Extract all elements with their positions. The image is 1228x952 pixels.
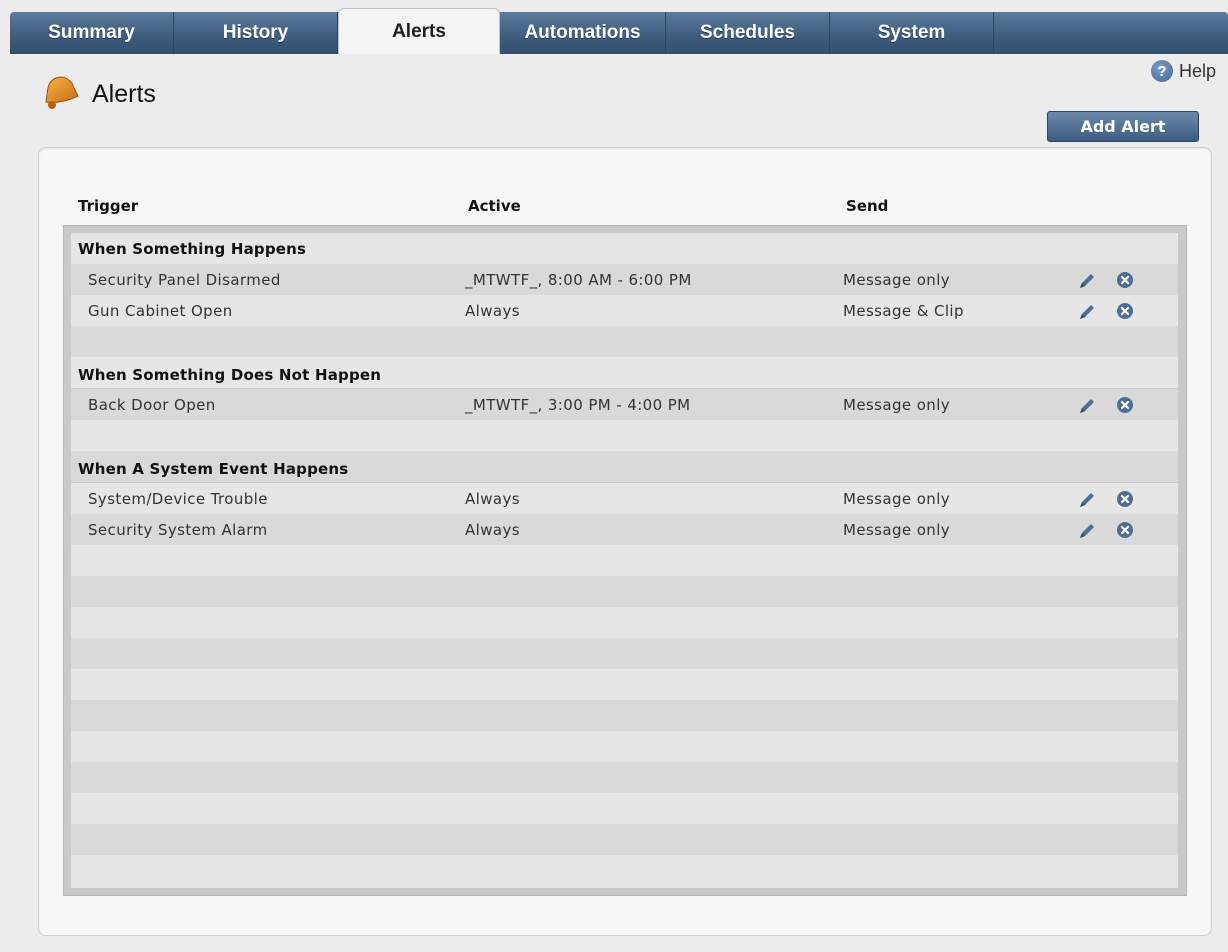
empty-row: [71, 824, 1178, 855]
page-title: Alerts: [92, 80, 156, 108]
table-row[interactable]: Gun Cabinet Open Always Message & Clip: [71, 295, 1178, 326]
group-header-row: When Something Happens: [71, 233, 1178, 264]
group-header-row: When A System Event Happens: [71, 451, 1178, 482]
group-header-row: When Something Does Not Happen: [71, 357, 1178, 388]
table-row[interactable]: Security Panel Disarmed _MTWTF_, 8:00 AM…: [71, 264, 1178, 295]
pencil-icon[interactable]: [1076, 489, 1098, 511]
tab-schedules[interactable]: Schedules: [666, 12, 830, 54]
tab-history[interactable]: History: [174, 12, 338, 54]
trigger-cell: Security Panel Disarmed: [88, 271, 281, 289]
active-cell: _MTWTF_, 8:00 AM - 6:00 PM: [465, 271, 692, 289]
add-alert-button[interactable]: Add Alert: [1047, 111, 1199, 142]
tab-automations[interactable]: Automations: [500, 12, 666, 54]
tab-summary[interactable]: Summary: [10, 12, 174, 54]
bell-icon: [45, 76, 79, 109]
empty-row: [71, 638, 1178, 669]
column-header-active: Active: [468, 197, 521, 215]
group-label: When A System Event Happens: [78, 460, 349, 478]
trigger-cell: System/Device Trouble: [88, 490, 268, 508]
trigger-cell: Security System Alarm: [88, 521, 268, 539]
send-cell: Message only: [843, 271, 951, 289]
trigger-cell: Gun Cabinet Open: [88, 302, 233, 320]
delete-circle-icon[interactable]: [1116, 271, 1134, 289]
empty-row: [71, 669, 1178, 700]
trigger-cell: Back Door Open: [88, 396, 216, 414]
send-cell: Message & Clip: [843, 302, 964, 320]
pencil-icon[interactable]: [1076, 520, 1098, 542]
help-icon: ?: [1150, 60, 1173, 82]
help-link[interactable]: ? Help: [1150, 60, 1216, 82]
send-cell: Message only: [843, 490, 951, 508]
send-cell: Message only: [843, 396, 951, 414]
table-row[interactable]: Back Door Open _MTWTF_, 3:00 PM - 4:00 P…: [71, 389, 1178, 420]
group-label: When Something Does Not Happen: [78, 366, 382, 384]
pencil-icon[interactable]: [1076, 395, 1098, 417]
table-row[interactable]: Security System Alarm Always Message onl…: [71, 514, 1178, 545]
delete-circle-icon[interactable]: [1116, 521, 1134, 539]
table-row[interactable]: System/Device Trouble Always Message onl…: [71, 483, 1178, 514]
delete-circle-icon[interactable]: [1116, 302, 1134, 320]
empty-row: [71, 731, 1178, 762]
empty-row: [71, 855, 1178, 888]
tab-alerts[interactable]: Alerts: [338, 8, 500, 54]
active-cell: _MTWTF_, 3:00 PM - 4:00 PM: [465, 396, 691, 414]
delete-circle-icon[interactable]: [1116, 490, 1134, 508]
pencil-icon[interactable]: [1076, 270, 1098, 292]
send-cell: Message only: [843, 521, 951, 539]
empty-row: [71, 545, 1178, 576]
pencil-icon[interactable]: [1076, 301, 1098, 323]
active-cell: Always: [465, 490, 520, 508]
column-header-send: Send: [846, 197, 889, 215]
empty-row: [71, 326, 1178, 357]
delete-circle-icon[interactable]: [1116, 396, 1134, 414]
empty-row: [71, 420, 1178, 451]
active-cell: Always: [465, 521, 520, 539]
group-label: When Something Happens: [78, 240, 307, 258]
empty-row: [71, 700, 1178, 731]
empty-row: [71, 607, 1178, 638]
empty-row: [71, 576, 1178, 607]
active-cell: Always: [465, 302, 520, 320]
tab-system[interactable]: System: [830, 12, 994, 54]
help-label: Help: [1178, 60, 1216, 81]
empty-row: [71, 762, 1178, 793]
empty-row: [71, 793, 1178, 824]
column-header-trigger: Trigger: [78, 197, 139, 215]
